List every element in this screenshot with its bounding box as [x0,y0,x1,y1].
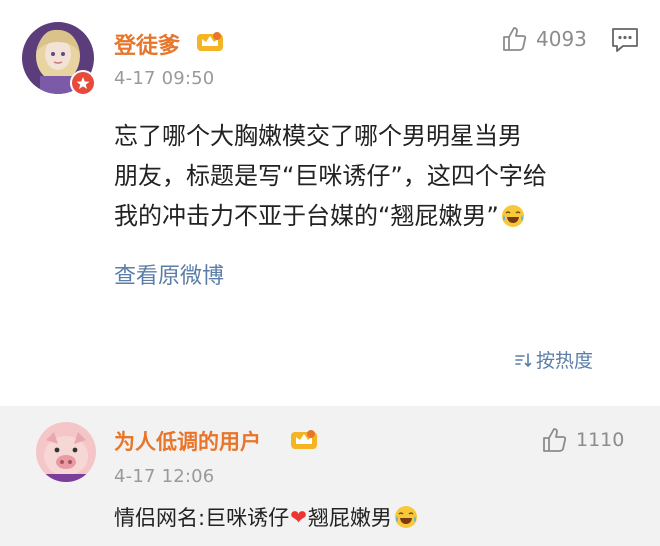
heart-icon: ❤ [290,505,307,529]
reply-content: 情侣网名:巨咪诱仔❤翘屁嫩男 [114,502,418,532]
reply-like-count: 1110 [576,429,625,451]
like-thumb-icon [543,428,567,452]
content-line: 忘了哪个大胸嫩模交了哪个男明星当男 [114,122,522,150]
reply-like-button[interactable]: 1110 [540,426,624,454]
crown-badge-icon [197,32,223,51]
comment-username[interactable]: 登徒爹 [114,28,180,60]
sort-by-hot-button[interactable]: 按热度 [514,346,593,373]
reply-username[interactable]: 为人低调的用户 [114,426,261,456]
content-line: 朋友，标题是写“巨咪诱仔”，这四个字给 [114,162,547,190]
view-original-link[interactable]: 查看原微博 [114,258,224,290]
content-line: 我的冲击力不亚于台媒的“翘屁嫩男” [114,202,499,230]
laugh-cry-emoji-icon [394,506,417,528]
content-line-with-emoji: 我的冲击力不亚于台媒的“翘屁嫩男” [114,196,634,236]
comment-icon[interactable] [610,26,640,54]
laugh-cry-emoji-icon [501,205,524,227]
verified-badge-icon [70,70,96,96]
comment-time: 4-17 09:50 [114,68,215,89]
comment-content: 忘了哪个大胸嫩模交了哪个男明星当男 朋友，标题是写“巨咪诱仔”，这四个字给 我的… [114,116,634,236]
sort-label: 按热度 [536,350,594,372]
like-thumb-icon [503,27,527,51]
like-button[interactable]: 4093 [500,25,587,53]
main-comment: 登徒爹 4-17 09:50 4093 忘了哪个大胸嫩模交了哪个男明星当男 朋友… [0,0,660,406]
sort-icon [515,352,532,367]
reply-text-part: 情侣网名:巨咪诱仔 [114,506,290,530]
reply-text-part: 翘屁嫩男 [307,506,392,530]
weibo-comment-screen: 登徒爹 4-17 09:50 4093 忘了哪个大胸嫩模交了哪个男明星当男 朋友… [0,0,660,546]
pig-avatar-illustration [36,422,96,482]
reply-user-avatar[interactable] [36,422,96,482]
like-count: 4093 [536,27,587,51]
reply-time: 4-17 12:06 [114,466,215,487]
crown-badge-icon [291,430,317,449]
